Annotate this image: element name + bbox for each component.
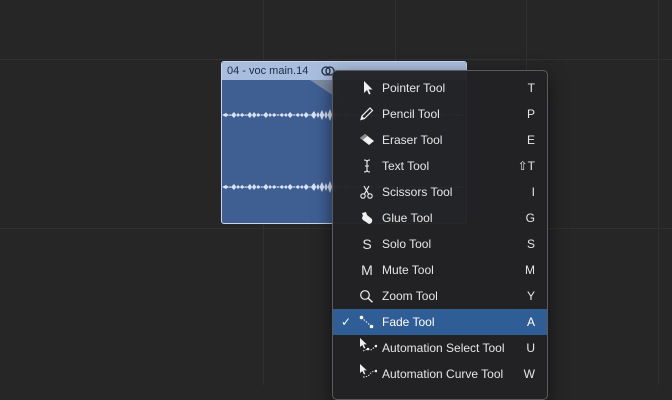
menu-item-shortcut: A [526, 315, 535, 329]
menu-item-shortcut: M [525, 263, 535, 277]
menu-item-text-tool[interactable]: Text Tool ⇧T [333, 153, 547, 179]
menu-item-fade-tool[interactable]: ✓ Fade Tool A [333, 309, 547, 335]
menu-item-automation-curve-tool[interactable]: Automation Curve Tool W [333, 361, 547, 387]
menu-item-shortcut: ⇧T [517, 159, 535, 173]
menu-item-shortcut: P [526, 107, 535, 121]
automation-curve-icon [359, 364, 377, 381]
menu-item-shortcut: W [523, 367, 535, 381]
menu-item-label: Glue Tool [382, 211, 433, 225]
menu-item-shortcut: U [526, 341, 535, 355]
menu-item-scissors-tool[interactable]: Scissors Tool I [333, 179, 547, 205]
menu-item-label: Pointer Tool [382, 81, 446, 95]
menu-item-label: Automation Select Tool [382, 341, 505, 355]
menu-item-shortcut: Y [526, 289, 535, 303]
eraser-icon [359, 133, 375, 147]
menu-item-label: Mute Tool [382, 263, 434, 277]
menu-item-label: Scissors Tool [382, 185, 453, 199]
menu-item-shortcut: T [527, 81, 535, 95]
menu-item-mute-tool[interactable]: M Mute Tool M [333, 257, 547, 283]
automation-select-icon [359, 338, 377, 355]
grid-line [658, 0, 659, 385]
menu-item-zoom-tool[interactable]: Zoom Tool Y [333, 283, 547, 309]
fade-icon [359, 315, 375, 329]
zoom-icon [359, 289, 375, 303]
text-cursor-icon [359, 159, 375, 173]
checkmark-icon: ✓ [341, 315, 352, 329]
menu-item-label: Text Tool [382, 159, 430, 173]
pencil-icon [359, 107, 375, 121]
menu-item-pencil-tool[interactable]: Pencil Tool P [333, 101, 547, 127]
menu-item-label: Solo Tool [382, 237, 432, 251]
track-divider [0, 59, 672, 60]
menu-item-label: Fade Tool [382, 315, 435, 329]
menu-item-label: Pencil Tool [382, 107, 440, 121]
region-title: 04 - voc main.14 [227, 65, 309, 77]
glue-icon [359, 211, 375, 225]
menu-item-solo-tool[interactable]: S Solo Tool S [333, 231, 547, 257]
menu-item-shortcut: I [531, 185, 535, 199]
menu-item-label: Automation Curve Tool [382, 367, 504, 381]
menu-item-glue-tool[interactable]: Glue Tool G [333, 205, 547, 231]
menu-item-shortcut: G [525, 211, 535, 225]
scissors-icon [359, 185, 375, 199]
menu-item-label: Eraser Tool [382, 133, 443, 147]
menu-item-label: Zoom Tool [382, 289, 438, 303]
menu-item-shortcut: E [526, 133, 535, 147]
solo-icon: S [362, 236, 372, 252]
menu-item-automation-select-tool[interactable]: Automation Select Tool U [333, 335, 547, 361]
mute-icon: M [361, 262, 373, 278]
pointer-icon [359, 81, 375, 95]
menu-item-shortcut: S [526, 237, 535, 251]
tool-menu: Pointer Tool T Pencil Tool P Eraser Tool… [332, 70, 548, 400]
menu-item-eraser-tool[interactable]: Eraser Tool E [333, 127, 547, 153]
menu-item-pointer-tool[interactable]: Pointer Tool T [333, 75, 547, 101]
